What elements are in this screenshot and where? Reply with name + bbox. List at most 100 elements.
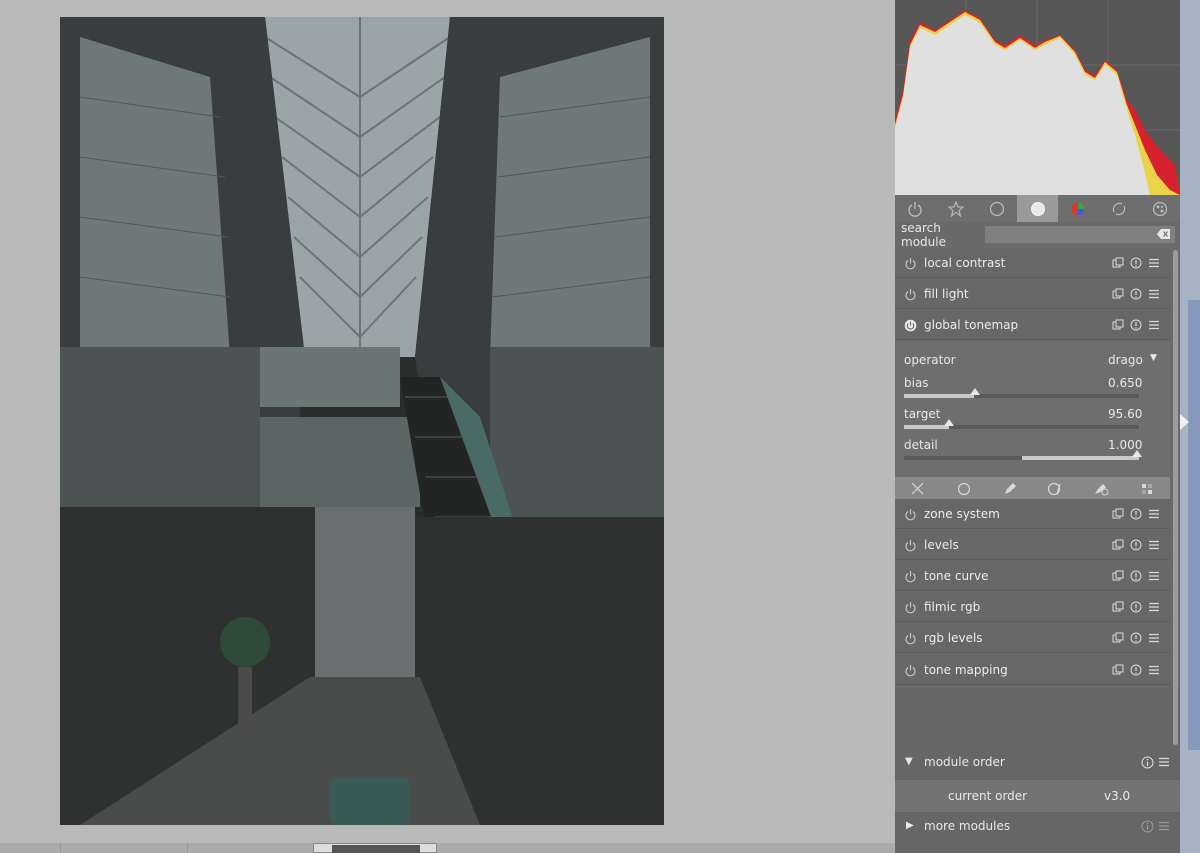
photo-preview[interactable] bbox=[60, 17, 664, 825]
reset-icon[interactable] bbox=[1130, 508, 1142, 520]
more-modules-section[interactable]: ▶ more modules bbox=[895, 812, 1180, 842]
power-icon[interactable] bbox=[904, 508, 917, 521]
module-row[interactable]: global tonemap bbox=[895, 310, 1170, 340]
blend-drawn-parametric-button[interactable] bbox=[1078, 477, 1124, 500]
info-icon[interactable] bbox=[1141, 756, 1154, 769]
scrollbar-thumb[interactable] bbox=[1173, 250, 1178, 745]
current-order-row: current order v3.0 bbox=[895, 780, 1180, 812]
module-header-icons bbox=[1112, 288, 1160, 301]
module-header-icons bbox=[1112, 570, 1160, 583]
reset-icon[interactable] bbox=[1130, 257, 1142, 269]
operator-value[interactable]: drago bbox=[1108, 353, 1143, 367]
multi-instance-icon[interactable] bbox=[1112, 539, 1124, 551]
reset-icon[interactable] bbox=[1130, 601, 1142, 613]
power-icon[interactable] bbox=[904, 319, 917, 332]
presets-menu-icon[interactable] bbox=[1148, 539, 1160, 551]
presets-menu-icon[interactable] bbox=[1148, 508, 1160, 520]
module-header-icons bbox=[1112, 664, 1160, 677]
info-icon[interactable] bbox=[1141, 820, 1154, 833]
power-icon[interactable] bbox=[904, 664, 917, 677]
presets-menu-icon[interactable] bbox=[1158, 820, 1170, 832]
tab-base[interactable] bbox=[976, 195, 1017, 222]
target-slider[interactable] bbox=[904, 419, 1139, 429]
reset-icon[interactable] bbox=[1130, 288, 1142, 300]
reset-icon[interactable] bbox=[1130, 664, 1142, 676]
multi-instance-icon[interactable] bbox=[1112, 601, 1124, 613]
presets-menu-icon[interactable] bbox=[1148, 570, 1160, 582]
tab-effect[interactable] bbox=[1139, 195, 1180, 222]
presets-menu-icon[interactable] bbox=[1148, 288, 1160, 300]
presets-menu-icon[interactable] bbox=[1148, 601, 1160, 613]
blend-off-button[interactable] bbox=[895, 477, 941, 500]
presets-menu-icon[interactable] bbox=[1158, 756, 1170, 768]
tab-active-modules[interactable] bbox=[895, 195, 936, 222]
module-header-icons bbox=[1112, 319, 1160, 332]
bias-slider[interactable] bbox=[904, 388, 1139, 398]
module-row[interactable]: filmic rgb bbox=[895, 592, 1170, 622]
reset-icon[interactable] bbox=[1130, 570, 1142, 582]
module-header-icons bbox=[1112, 539, 1160, 552]
filmstrip-thumbnail[interactable] bbox=[313, 843, 437, 853]
presets-menu-icon[interactable] bbox=[1148, 257, 1160, 269]
tab-tone[interactable] bbox=[1017, 195, 1058, 222]
multi-instance-icon[interactable] bbox=[1112, 257, 1124, 269]
blend-raster-mask-button[interactable] bbox=[1124, 477, 1170, 500]
tab-favorites[interactable] bbox=[936, 195, 977, 222]
module-row[interactable]: zone system bbox=[895, 499, 1170, 529]
operator-label: operator bbox=[904, 353, 956, 367]
presets-menu-icon[interactable] bbox=[1148, 319, 1160, 331]
raster-mask-icon bbox=[1142, 483, 1153, 494]
blend-uniform-button[interactable] bbox=[941, 477, 987, 500]
blend-drawn-mask-button[interactable] bbox=[987, 477, 1033, 500]
module-row[interactable]: tone mapping bbox=[895, 655, 1170, 685]
blend-parametric-mask-button[interactable] bbox=[1032, 477, 1078, 500]
more-modules-label: more modules bbox=[924, 819, 1011, 833]
multi-instance-icon[interactable] bbox=[1112, 508, 1124, 520]
reset-icon[interactable] bbox=[1130, 319, 1142, 331]
module-row[interactable]: rgb levels bbox=[895, 623, 1170, 653]
thumbnail-image bbox=[332, 845, 420, 853]
multi-instance-icon[interactable] bbox=[1112, 664, 1124, 676]
power-icon bbox=[908, 201, 922, 217]
power-icon[interactable] bbox=[904, 257, 917, 270]
detail-slider[interactable] bbox=[904, 450, 1142, 460]
presets-menu-icon[interactable] bbox=[1148, 632, 1160, 644]
presets-menu-icon[interactable] bbox=[1148, 664, 1160, 676]
tab-color[interactable] bbox=[1058, 195, 1099, 222]
module-order-section[interactable]: ▼ module order bbox=[895, 748, 1180, 778]
multi-instance-icon[interactable] bbox=[1112, 632, 1124, 644]
module-label: zone system bbox=[924, 507, 1000, 521]
module-row[interactable]: local contrast bbox=[895, 248, 1170, 278]
blend-mode-bar bbox=[895, 477, 1170, 500]
detail-slider-knob[interactable] bbox=[1132, 450, 1142, 457]
power-icon[interactable] bbox=[904, 539, 917, 552]
multi-instance-icon[interactable] bbox=[1112, 570, 1124, 582]
clear-search-icon[interactable] bbox=[1157, 228, 1171, 240]
module-list-scrollbar[interactable] bbox=[1170, 248, 1180, 748]
power-icon[interactable] bbox=[904, 601, 917, 614]
operator-dropdown-arrow-icon[interactable]: ▼ bbox=[1150, 353, 1157, 363]
power-icon[interactable] bbox=[904, 632, 917, 645]
collapse-arrow-icon[interactable]: ▼ bbox=[905, 756, 913, 767]
bias-value: 0.650 bbox=[1108, 376, 1143, 390]
bias-slider-knob[interactable] bbox=[970, 388, 980, 395]
reset-icon[interactable] bbox=[1130, 632, 1142, 644]
histogram[interactable] bbox=[895, 0, 1180, 195]
power-icon[interactable] bbox=[904, 570, 917, 583]
filmstrip[interactable] bbox=[0, 843, 895, 853]
target-slider-knob[interactable] bbox=[944, 419, 954, 426]
expand-right-panel-arrow-icon[interactable] bbox=[1180, 414, 1189, 430]
module-row[interactable]: levels bbox=[895, 530, 1170, 560]
module-row[interactable]: tone curve bbox=[895, 561, 1170, 591]
module-header-icons bbox=[1112, 508, 1160, 521]
multi-instance-icon[interactable] bbox=[1112, 319, 1124, 331]
expand-arrow-icon[interactable]: ▶ bbox=[906, 820, 914, 831]
search-module-input[interactable] bbox=[985, 226, 1175, 243]
tab-correct[interactable] bbox=[1099, 195, 1140, 222]
reset-icon[interactable] bbox=[1130, 539, 1142, 551]
module-row[interactable]: fill light bbox=[895, 279, 1170, 309]
module-label: fill light bbox=[924, 287, 969, 301]
current-order-label: current order bbox=[948, 789, 1028, 803]
multi-instance-icon[interactable] bbox=[1112, 288, 1124, 300]
power-icon[interactable] bbox=[904, 288, 917, 301]
